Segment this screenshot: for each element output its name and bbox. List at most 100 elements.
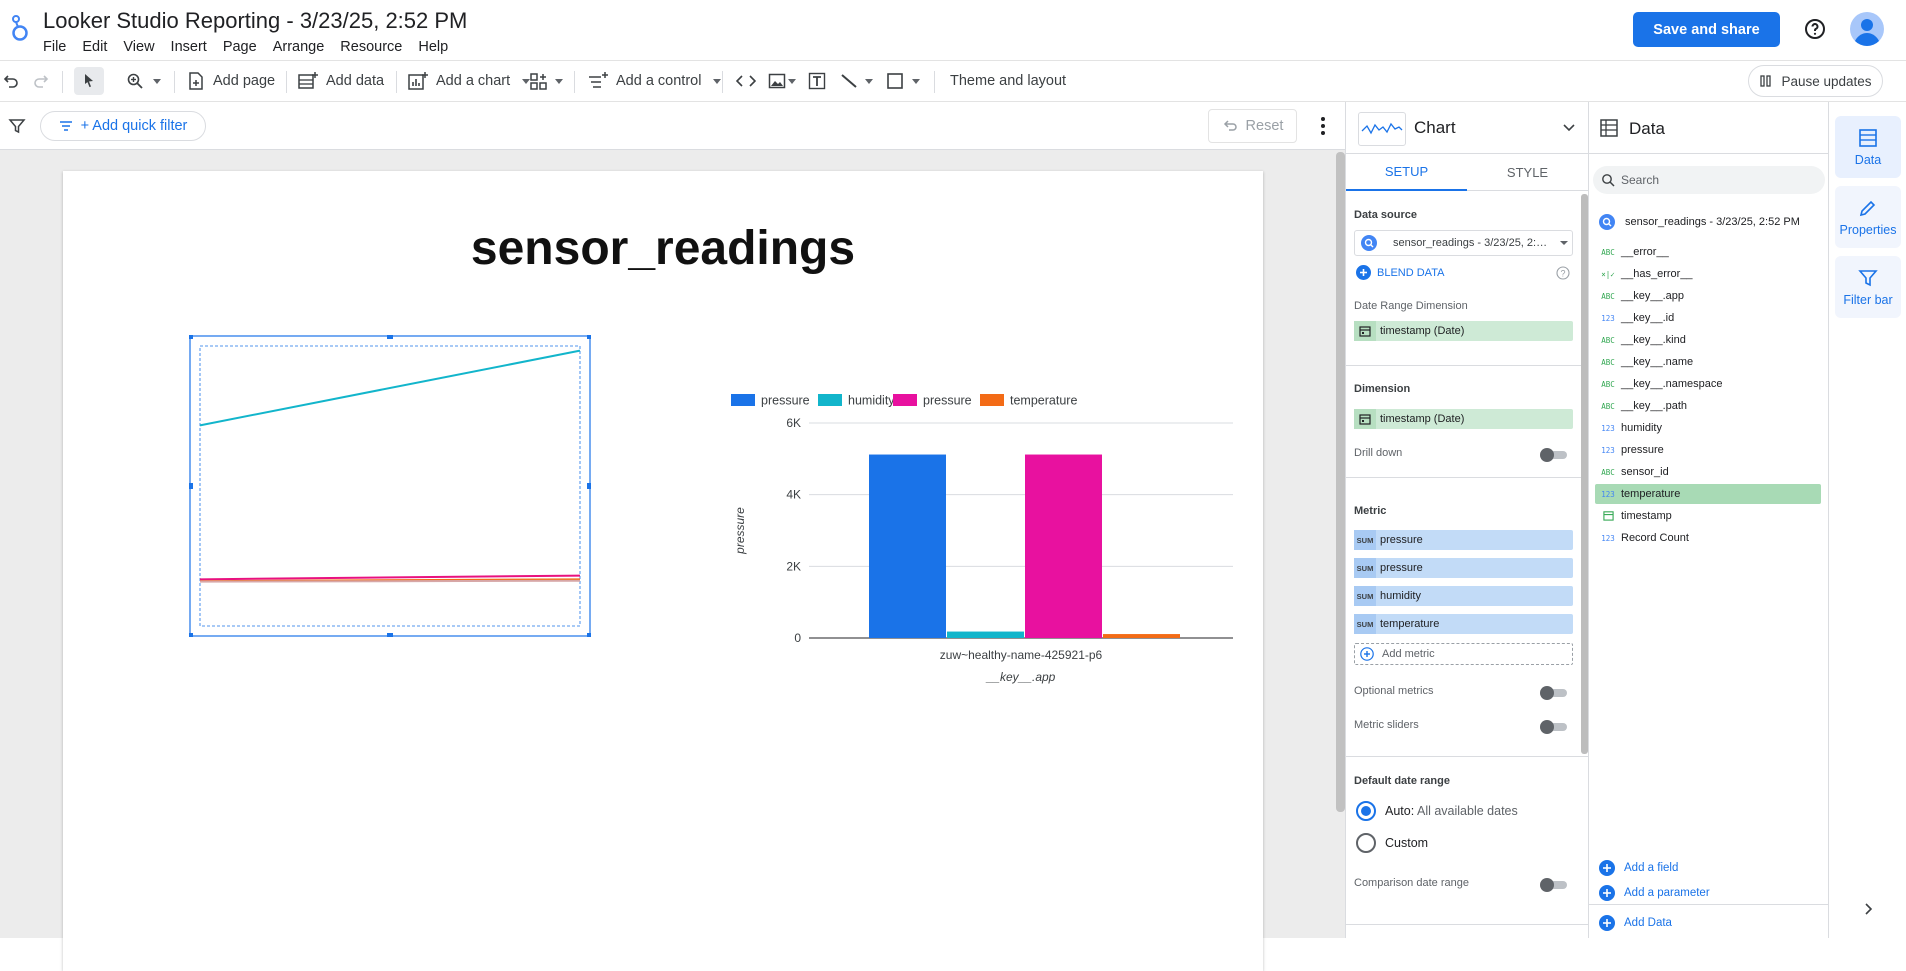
field-item[interactable]: ×|✓ __has_error__: [1595, 264, 1821, 284]
metric-chip[interactable]: SUM pressure: [1354, 558, 1573, 578]
report-title-input[interactable]: Looker Studio Reporting - 3/23/25, 2:52 …: [43, 8, 467, 34]
data-source-item[interactable]: sensor_readings - 3/23/25, 2:52 PM: [1589, 210, 1829, 234]
field-search-input[interactable]: Search: [1593, 166, 1825, 194]
add-field-button[interactable]: Add a field: [1599, 860, 1678, 876]
field-item[interactable]: ABC sensor_id: [1595, 462, 1821, 482]
tab-setup[interactable]: SETUP: [1346, 154, 1467, 191]
dimension-chip[interactable]: timestamp (Date): [1354, 409, 1573, 429]
add-metric-button[interactable]: Add metric: [1354, 643, 1573, 665]
line-series: [199, 349, 581, 427]
search-icon: [1601, 173, 1615, 187]
field-item[interactable]: ABC __error__: [1595, 242, 1821, 262]
bar-chart[interactable]: pressure humidity pressure temperature 0 2K 4K…: [723, 366, 1243, 686]
account-avatar[interactable]: [1850, 12, 1884, 46]
shape-button[interactable]: [886, 61, 920, 101]
comparison-date-range-toggle[interactable]: [1540, 878, 1568, 892]
field-item[interactable]: timestamp: [1595, 506, 1821, 526]
menu-page[interactable]: Page: [215, 37, 265, 57]
bar[interactable]: [1103, 634, 1180, 638]
menu-view[interactable]: View: [115, 37, 162, 57]
text-box-icon[interactable]: [808, 61, 826, 101]
rail-properties-button[interactable]: Properties: [1835, 186, 1901, 248]
field-item[interactable]: 123 pressure: [1595, 440, 1821, 460]
looker-studio-logo[interactable]: [8, 14, 32, 44]
time-series-chart[interactable]: [189, 335, 591, 637]
embed-url-icon[interactable]: [736, 61, 756, 101]
field-item-selected[interactable]: 123 temperature: [1595, 484, 1821, 504]
community-visualizations-button[interactable]: [530, 61, 563, 101]
legend-label: pressure: [923, 394, 972, 408]
metric-chip[interactable]: SUM pressure: [1354, 530, 1573, 550]
comparison-date-range-label: Comparison date range: [1354, 877, 1469, 889]
bar[interactable]: [869, 454, 946, 638]
pause-updates-button[interactable]: Pause updates: [1748, 65, 1883, 97]
save-and-share-button[interactable]: Save and share: [1633, 12, 1780, 47]
legend-label: temperature: [1010, 394, 1077, 408]
theme-and-layout-button[interactable]: Theme and layout: [950, 61, 1066, 101]
auto-date-label: Auto: All available dates: [1385, 804, 1518, 818]
y-tick-label: 4K: [786, 488, 801, 502]
auto-date-radio[interactable]: [1356, 801, 1376, 821]
tab-style[interactable]: STYLE: [1467, 154, 1588, 191]
metric-sliders-toggle[interactable]: [1540, 720, 1568, 734]
add-page-button[interactable]: Add page: [188, 61, 275, 101]
date-range-dimension-chip[interactable]: timestamp (Date): [1354, 321, 1573, 341]
add-circle-icon: [1599, 915, 1615, 931]
menu-arrange[interactable]: Arrange: [265, 37, 333, 57]
report-heading-text[interactable]: sensor_readings: [63, 221, 1263, 276]
y-axis-title: pressure: [733, 507, 747, 555]
filter-icon[interactable]: [8, 117, 26, 135]
zoom-icon: [126, 72, 144, 90]
chart-type-selector[interactable]: Chart: [1346, 102, 1589, 154]
chevron-right-icon[interactable]: [1861, 902, 1875, 916]
add-circle-icon: [1356, 265, 1371, 280]
rail-data-button[interactable]: Data: [1835, 116, 1901, 178]
metric-chip[interactable]: SUM humidity: [1354, 586, 1573, 606]
field-item[interactable]: ABC __key__.path: [1595, 396, 1821, 416]
menu-insert[interactable]: Insert: [163, 37, 215, 57]
add-circle-icon: [1599, 860, 1615, 876]
custom-date-radio[interactable]: [1356, 833, 1376, 853]
help-icon[interactable]: ?: [1556, 266, 1570, 280]
field-item[interactable]: ABC __key__.app: [1595, 286, 1821, 306]
field-item[interactable]: 123 Record Count: [1595, 528, 1821, 548]
blend-data-button[interactable]: BLEND DATA: [1356, 265, 1444, 280]
add-data-link[interactable]: Add Data: [1599, 915, 1672, 931]
add-quick-filter-button[interactable]: + Add quick filter: [40, 111, 206, 141]
data-source-select[interactable]: sensor_readings - 3/23/25, 2:…: [1354, 230, 1573, 256]
add-control-button[interactable]: Add a control: [588, 61, 722, 101]
select-tool-button[interactable]: [74, 67, 104, 95]
dimension-label: Dimension: [1354, 383, 1411, 395]
x-tick-label: zuw~healthy-name-425921-p6: [940, 648, 1103, 662]
add-parameter-button[interactable]: Add a parameter: [1599, 885, 1710, 901]
drill-down-toggle[interactable]: [1540, 448, 1568, 462]
panel-scrollbar[interactable]: [1581, 194, 1588, 754]
menu-edit[interactable]: Edit: [74, 37, 115, 57]
undo-icon[interactable]: [2, 61, 20, 101]
zoom-button[interactable]: [126, 61, 161, 101]
add-data-button[interactable]: Add data: [298, 61, 384, 101]
bar[interactable]: [947, 631, 1024, 638]
add-chart-button[interactable]: Add a chart: [408, 61, 531, 101]
field-item[interactable]: ABC __key__.kind: [1595, 330, 1821, 350]
reset-icon: [1222, 119, 1238, 133]
help-icon[interactable]: [1803, 17, 1827, 41]
image-button[interactable]: [768, 61, 796, 101]
menu-file[interactable]: File: [35, 37, 74, 57]
field-item[interactable]: ABC __key__.name: [1595, 352, 1821, 372]
field-item[interactable]: 123 humidity: [1595, 418, 1821, 438]
more-options-icon[interactable]: [1312, 115, 1334, 137]
line-button[interactable]: [840, 61, 873, 101]
chart-properties-panel: Chart SETUP STYLE Data source sensor_rea…: [1345, 102, 1589, 938]
bar[interactable]: [1025, 454, 1102, 638]
menu-help[interactable]: Help: [410, 37, 456, 57]
reset-button[interactable]: Reset: [1208, 109, 1297, 143]
canvas-scrollbar[interactable]: [1336, 152, 1345, 812]
metric-chip[interactable]: SUM temperature: [1354, 614, 1573, 634]
field-item[interactable]: 123 __key__.id: [1595, 308, 1821, 328]
field-item[interactable]: ABC __key__.namespace: [1595, 374, 1821, 394]
optional-metrics-toggle[interactable]: [1540, 686, 1568, 700]
redo-icon[interactable]: [32, 61, 50, 101]
rail-filter-bar-button[interactable]: Filter bar: [1835, 256, 1901, 318]
menu-resource[interactable]: Resource: [332, 37, 410, 57]
